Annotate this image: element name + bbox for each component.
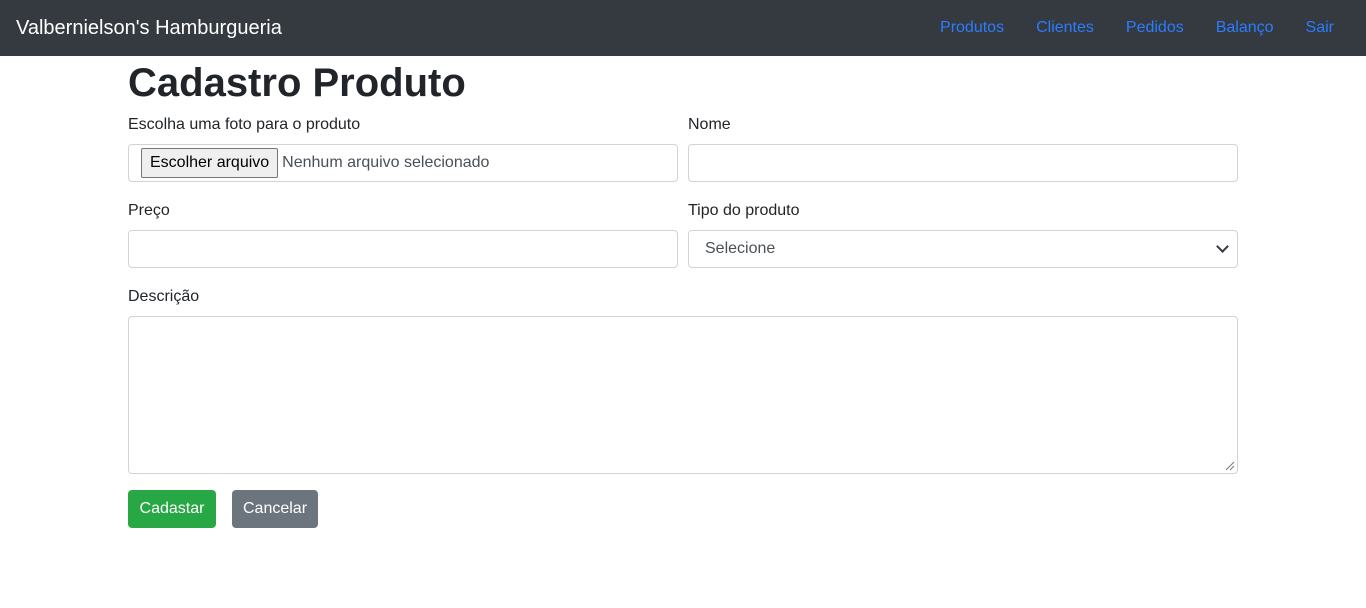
choose-file-button[interactable]: Escolher arquivo <box>141 148 279 178</box>
navbar: Valbernielson's Hamburgueria Produtos Cl… <box>0 0 1366 56</box>
name-field[interactable] <box>688 144 1238 182</box>
file-status-text: Nenhum arquivo selecionado <box>282 154 490 171</box>
submit-button[interactable]: Cadastar <box>128 490 216 528</box>
resize-handle-icon[interactable] <box>1225 461 1235 471</box>
name-label: Nome <box>688 116 731 133</box>
nav-link-pedidos[interactable]: Pedidos <box>1110 18 1200 38</box>
chevron-down-icon <box>1216 240 1229 253</box>
brand-title[interactable]: Valbernielson's Hamburgueria <box>16 16 282 40</box>
description-textarea[interactable] <box>128 316 1238 474</box>
price-input[interactable] <box>129 231 677 267</box>
photo-label: Escolha uma foto para o produto <box>128 116 361 133</box>
price-field[interactable] <box>128 230 678 268</box>
nav-link-clientes[interactable]: Clientes <box>1020 18 1110 38</box>
name-input[interactable] <box>689 145 1237 181</box>
price-label: Preço <box>128 202 170 219</box>
nav-link-produtos[interactable]: Produtos <box>924 18 1020 38</box>
cancel-button[interactable]: Cancelar <box>232 490 318 528</box>
nav-link-balanco[interactable]: Balanço <box>1200 18 1290 38</box>
nav-link-sair[interactable]: Sair <box>1290 18 1348 38</box>
type-label: Tipo do produto <box>688 202 800 219</box>
nav-links: Produtos Clientes Pedidos Balanço Sair <box>924 18 1348 38</box>
description-label: Descrição <box>128 288 200 305</box>
page-title: Cadastro Produto <box>128 61 466 105</box>
type-selected-value: Selecione <box>705 240 776 257</box>
type-select[interactable]: Selecione <box>688 230 1238 268</box>
photo-file-input[interactable]: Escolher arquivo Nenhum arquivo selecion… <box>128 144 678 182</box>
